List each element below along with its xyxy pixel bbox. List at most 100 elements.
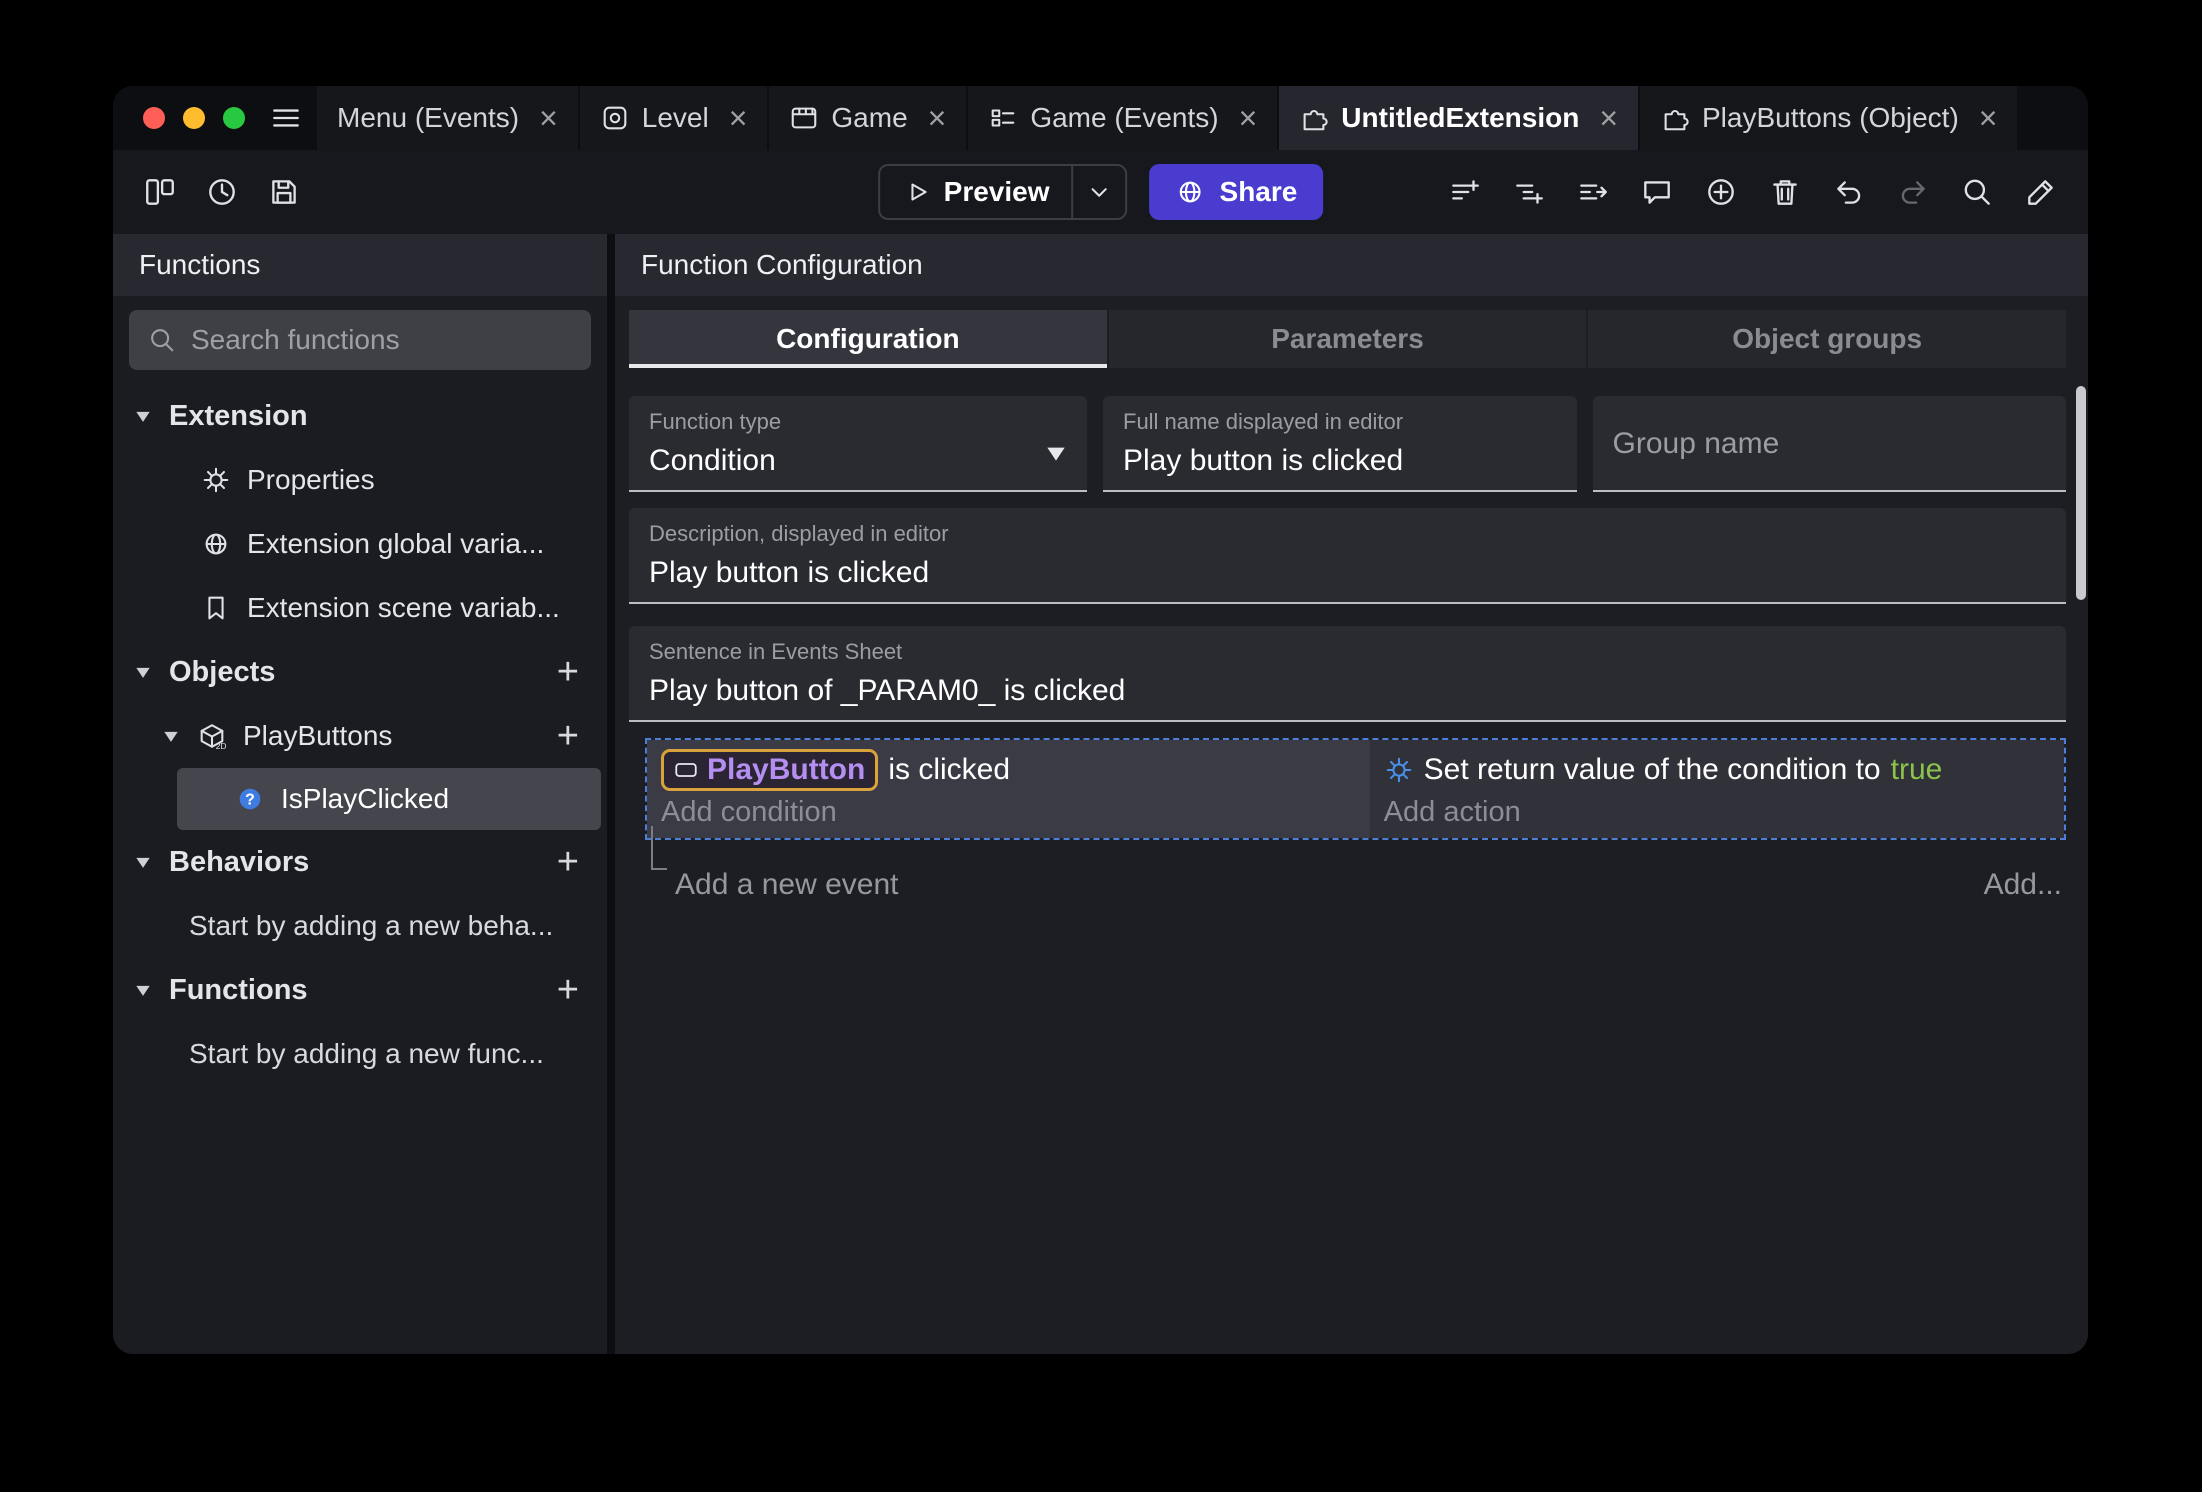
tab-label: Game (Events) [1030,102,1219,133]
close-tab-icon[interactable]: × [928,100,947,137]
add-subevent-icon[interactable] [1512,175,1546,209]
add-new-event-button[interactable]: Add a new event [675,868,899,902]
layout-panels-icon[interactable] [143,175,177,209]
tab-untitled-extension[interactable]: UntitledExtension × [1279,86,1640,150]
main-menu-button[interactable] [265,86,317,150]
object-name: PlayButton [707,753,866,786]
tree-item-isplayclicked-selected[interactable]: ? IsPlayClicked [177,768,601,830]
functions-sidebar: Functions Extension Properties [113,234,607,1354]
tree-section-objects[interactable]: Objects + [113,640,607,704]
tree-section-functions[interactable]: Functions + [113,958,607,1022]
trash-icon[interactable] [1768,175,1802,209]
tree-item-playbuttons[interactable]: 2D PlayButtons + [113,704,607,768]
tab-label: UntitledExtension [1341,102,1580,133]
gear-icon [201,465,231,495]
share-label: Share [1219,176,1298,207]
function-configuration-panel: Function Configuration Configuration Par… [615,234,2088,1354]
tab-menu-events[interactable]: Menu (Events) × [317,86,580,150]
add-function-button[interactable]: + [547,969,589,1012]
tree-item-scene-variables[interactable]: Extension scene variab... [113,576,607,640]
tree-section-behaviors[interactable]: Behaviors + [113,830,607,894]
object-chip-playbutton[interactable]: PlayButton [661,749,879,791]
behaviors-empty-hint[interactable]: Start by adding a new beha... [113,894,607,958]
tree-item-global-variables[interactable]: Extension global varia... [113,512,607,576]
close-tab-icon[interactable]: × [539,100,558,137]
event-conditions-cell[interactable]: PlayButton is clicked Add condition [647,740,1370,838]
close-tab-icon[interactable]: × [1239,100,1258,137]
search-icon[interactable] [1960,175,1994,209]
sidebar-header: Functions [113,234,607,296]
preview-button[interactable]: Preview [880,176,1072,208]
add-condition-button[interactable]: Add condition [661,796,1358,829]
close-tab-icon[interactable]: × [729,100,748,137]
event-row-selected[interactable]: PlayButton is clicked Add condition Set … [645,738,2066,840]
tab-object-groups[interactable]: Object groups [1586,310,2067,368]
add-more-button[interactable]: Add... [1984,868,2062,902]
extension-tree: Extension Properties Extension global va… [113,372,607,1354]
field-label: Sentence in Events Sheet [649,639,903,664]
edit-pencil-icon[interactable] [2024,175,2058,209]
close-window-button[interactable] [143,107,165,129]
tab-configuration[interactable]: Configuration [629,310,1107,368]
field-value: Condition [649,444,776,477]
description-field[interactable]: Description, displayed in editor Play bu… [629,508,2066,604]
functions-empty-hint[interactable]: Start by adding a new func... [113,1022,607,1086]
tree-section-extension[interactable]: Extension [113,384,607,448]
scene-variables-icon [201,593,231,623]
condition-text: is clicked [888,753,1011,786]
tab-game[interactable]: Game × [769,86,969,150]
tree-item-label: IsPlayClicked [281,783,450,814]
group-name-input[interactable] [1612,426,2046,461]
svg-text:?: ? [245,792,255,809]
tree-item-properties[interactable]: Properties [113,448,607,512]
field-label: Full name displayed in editor [1123,409,1404,434]
add-action-button[interactable]: Add action [1384,796,2052,829]
vertical-scrollbar-thumb[interactable] [2076,386,2086,600]
group-name-field[interactable] [1592,396,2066,492]
full-name-field[interactable]: Full name displayed in editor Play butto… [1103,396,1577,492]
globe-icon [1180,181,1201,203]
redo-icon[interactable] [1896,175,1930,209]
globe-icon [201,529,231,559]
tree-item-label: Extension global varia... [247,528,545,559]
tab-label: Parameters [1271,323,1424,354]
share-button[interactable]: Share [1149,164,1324,220]
tree-item-label: Extension scene variab... [247,592,560,623]
search-functions-input[interactable] [191,324,573,356]
history-icon[interactable] [205,175,239,209]
zoom-window-button[interactable] [223,107,245,129]
event-actions-cell[interactable]: Set return value of the condition to tru… [1369,740,2064,838]
add-object-function-button[interactable]: + [547,715,589,758]
undo-icon[interactable] [1832,175,1866,209]
sentence-field[interactable]: Sentence in Events Sheet Play button of … [629,626,2066,722]
events-sheet-icon [991,109,1015,127]
tab-game-events[interactable]: Game (Events) × [968,86,1280,150]
tab-label: Configuration [776,323,960,354]
minimize-window-button[interactable] [183,107,205,129]
section-label: Extension [169,399,308,432]
preview-split-button: Preview [877,164,1128,220]
chevron-down-icon [136,857,150,868]
add-circle-icon[interactable] [1704,175,1738,209]
add-event-icon[interactable] [1448,175,1482,209]
add-comment-icon[interactable] [1640,175,1674,209]
function-type-select[interactable]: Function type Condition [629,396,1087,492]
tab-parameters[interactable]: Parameters [1106,310,1587,368]
dropdown-arrow-icon [1043,440,1069,471]
main-toolbar: Preview Share [113,150,2088,234]
playbutton-object-icon [675,763,697,777]
hamburger-menu-icon [273,109,299,127]
tab-level[interactable]: Level × [579,86,770,150]
save-icon[interactable] [267,175,301,209]
tab-label: PlayButtons (Object) [1702,102,1959,133]
preview-options-button[interactable] [1071,166,1126,218]
add-object-button[interactable]: + [547,651,589,694]
add-behavior-button[interactable]: + [547,841,589,884]
tab-label: Object groups [1732,323,1923,354]
close-tab-icon[interactable]: × [1979,100,1998,137]
add-other-event-icon[interactable] [1576,175,1610,209]
close-tab-icon[interactable]: × [1599,100,1618,137]
tab-playbuttons-object[interactable]: PlayButtons (Object) × [1640,86,2020,150]
condition-question-icon: ? [235,784,265,814]
puzzle-icon [1664,110,1689,131]
